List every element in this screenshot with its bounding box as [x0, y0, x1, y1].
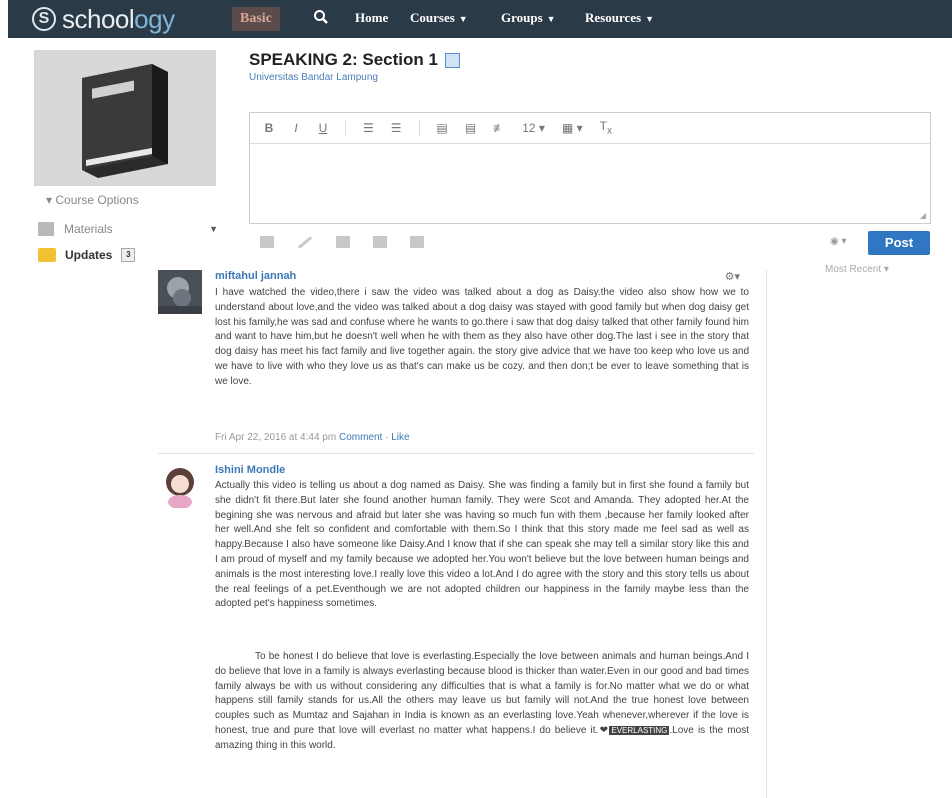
nav-resources[interactable]: Resources ▼	[585, 10, 654, 26]
bold-button[interactable]: B	[264, 121, 274, 135]
post-body-continued: To be honest I do believe that love is e…	[215, 650, 749, 754]
sort-label: Most Recent	[825, 264, 882, 275]
logo-text-ogy: ogy	[134, 4, 175, 34]
course-picture	[34, 50, 216, 186]
strikethrough-icon[interactable]: ≢	[493, 121, 505, 135]
school-link[interactable]: Universitas Bandar Lampung	[249, 72, 378, 83]
updates-icon	[38, 248, 56, 262]
post-author[interactable]: miftahul jannah	[215, 270, 296, 282]
avatar[interactable]	[158, 270, 202, 314]
nav-courses-label: Courses	[410, 10, 455, 25]
clear-format-icon[interactable]: Tx	[600, 119, 612, 136]
chevron-down-icon: ▼	[458, 14, 468, 24]
updates-count-badge: 3	[121, 248, 136, 262]
basic-badge[interactable]: Basic	[232, 7, 280, 31]
chevron-down-icon: ▼	[645, 14, 655, 24]
table-icon[interactable]: ▦ ▾	[562, 121, 583, 135]
comment-link[interactable]: Comment	[339, 432, 382, 443]
bullet-list-icon[interactable]: ☰	[363, 121, 374, 135]
chevron-down-icon[interactable]: ▼	[209, 224, 218, 234]
nav-groups[interactable]: Groups ▼	[501, 10, 556, 26]
gear-icon[interactable]: ⚙▾	[725, 270, 740, 283]
resize-handle-icon[interactable]: ◢	[920, 211, 926, 220]
nav-home[interactable]: Home	[355, 10, 388, 26]
course-title-text: SPEAKING 2: Section 1	[249, 50, 438, 69]
privacy-icon[interactable]: ◉ ▾	[830, 236, 847, 247]
underline-button[interactable]: U	[318, 121, 328, 135]
like-link[interactable]: Like	[391, 432, 409, 443]
file-attach-icon[interactable]	[260, 236, 274, 248]
sidebar-item-updates[interactable]: Updates 3	[38, 248, 136, 262]
numbered-list-icon[interactable]: ☰	[391, 121, 402, 135]
logo-s-icon: S	[32, 7, 56, 31]
schoology-logo[interactable]: S schoology	[32, 5, 175, 33]
font-size-value: 12	[522, 121, 536, 135]
post-paragraph-text: To be honest I do believe that love is e…	[215, 651, 749, 736]
toolbar-divider	[418, 120, 420, 136]
editor-text-area[interactable]	[250, 144, 930, 224]
editor-toolbar: B I U ☰ ☰ ▤ ▤ ≢ 12 ▾ ▦ ▾ Tx	[250, 113, 930, 144]
materials-label: Materials	[64, 222, 113, 236]
top-navigation-bar: S schoology Basic Home Courses ▼ Groups ▼ …	[8, 0, 952, 38]
resource-icon[interactable]	[336, 236, 350, 248]
book-icon	[82, 64, 168, 178]
updates-label: Updates	[65, 248, 113, 262]
post-divider	[158, 453, 754, 454]
post-date: Fri Apr 22, 2016 at 4:44 pm	[215, 432, 337, 443]
page-title: SPEAKING 2: Section 1	[249, 50, 460, 70]
post-paragraph: To be honest I do believe that love is e…	[215, 650, 749, 754]
outdent-icon[interactable]: ▤	[465, 121, 476, 135]
post-meta: Fri Apr 22, 2016 at 4:44 pm Comment · Li…	[215, 432, 410, 443]
toolbar-divider	[345, 120, 346, 136]
heart-icon: ❤	[598, 724, 610, 736]
media-icon[interactable]	[373, 236, 387, 248]
font-size-select[interactable]: 12 ▾	[522, 121, 545, 135]
sort-dropdown[interactable]: Most Recent ▾	[825, 264, 889, 275]
search-icon[interactable]	[313, 9, 329, 25]
chevron-down-icon: ▼	[546, 14, 556, 24]
avatar[interactable]	[158, 464, 202, 508]
folder-icon	[38, 222, 54, 236]
post-body: I have watched the video,there i saw the…	[215, 287, 749, 387]
italic-button[interactable]: I	[291, 121, 301, 135]
post-body: Actually this video is telling us about …	[215, 480, 749, 610]
attachment-toolbar	[260, 235, 424, 249]
sidebar-item-materials[interactable]: Materials ▼	[38, 222, 224, 236]
logo-text: schoology	[62, 5, 175, 33]
nav-groups-label: Groups	[501, 10, 543, 25]
link-icon[interactable]	[297, 235, 313, 249]
course-info-icon[interactable]	[444, 52, 460, 68]
course-options-label: Course Options	[55, 193, 139, 207]
highlighted-word: EVERLASTING	[609, 725, 670, 735]
course-options-toggle[interactable]: ▾ Course Options	[46, 193, 139, 207]
indent-icon[interactable]: ▤	[437, 121, 448, 135]
post-editor[interactable]: B I U ☰ ☰ ▤ ▤ ≢ 12 ▾ ▦ ▾ Tx ◢	[249, 112, 931, 224]
logo-text-school: school	[62, 4, 135, 34]
image-icon[interactable]	[410, 236, 424, 248]
post-button[interactable]: Post	[868, 231, 930, 255]
feed-border	[766, 270, 767, 798]
post-author[interactable]: Ishini Mondle	[215, 464, 285, 476]
nav-resources-label: Resources	[585, 10, 642, 25]
nav-courses[interactable]: Courses ▼	[410, 10, 468, 26]
